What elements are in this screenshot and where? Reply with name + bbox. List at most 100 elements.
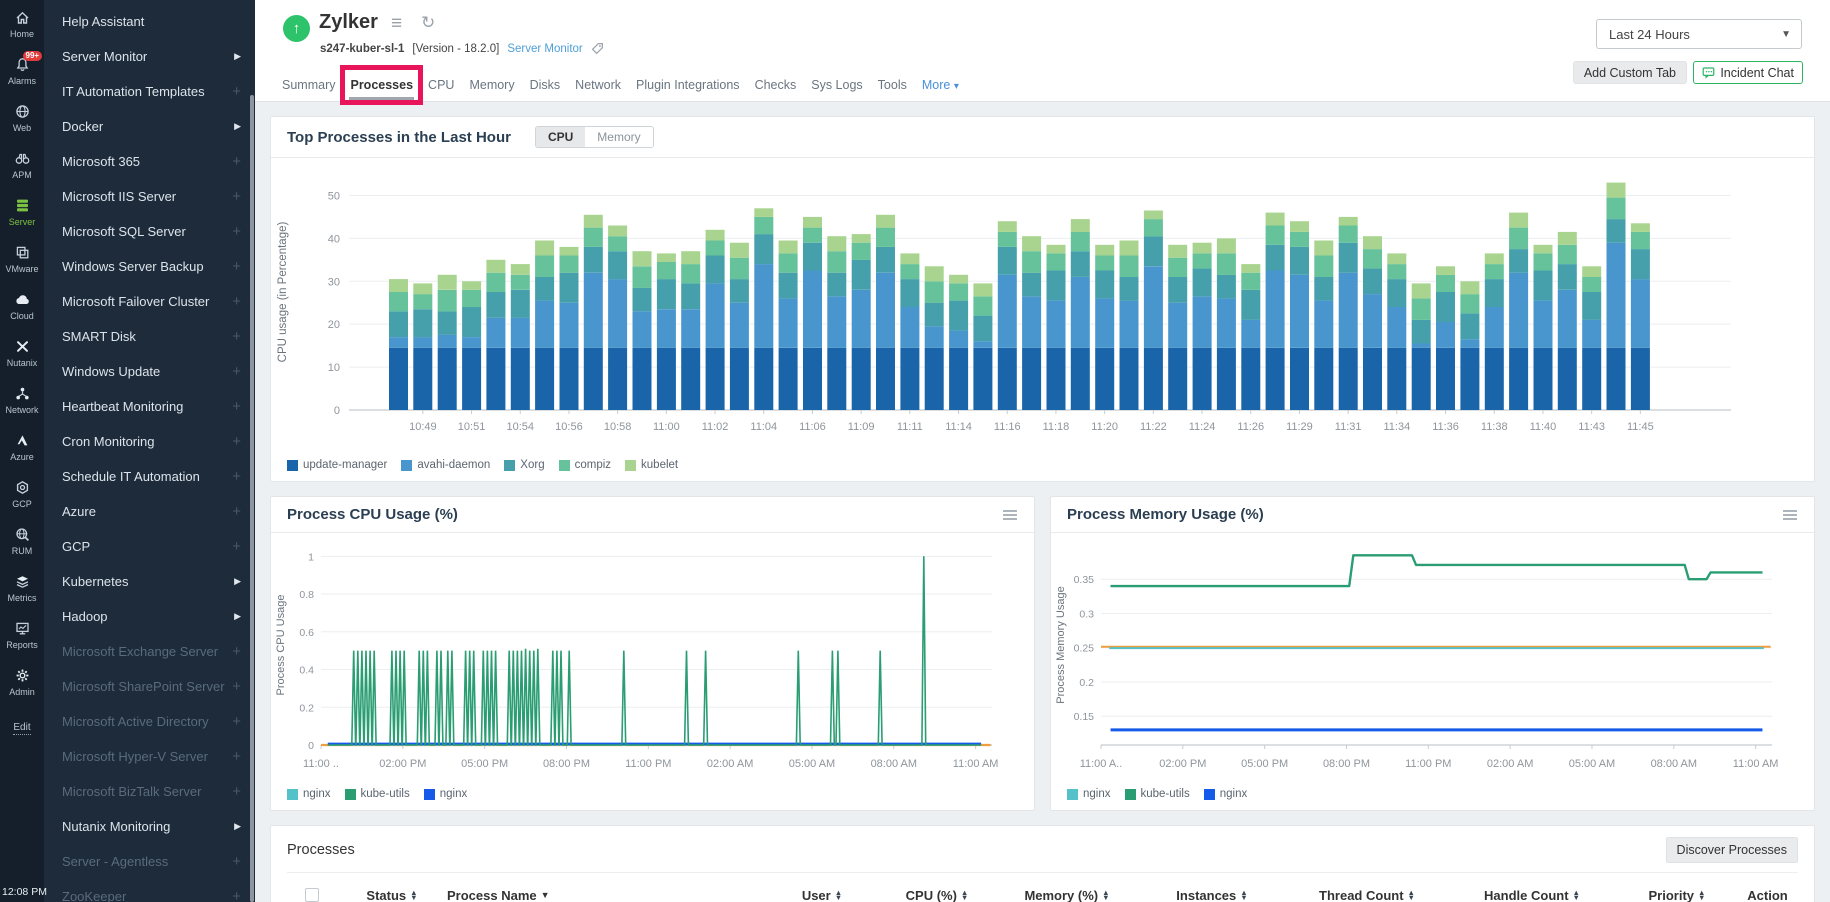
column-header-user[interactable]: User▲▼ — [767, 888, 877, 902]
sidebar-item-server-agentless[interactable]: Server - Agentless+ — [44, 844, 255, 879]
sidebar-item-hadoop[interactable]: Hadoop▶ — [44, 599, 255, 634]
column-header-instances[interactable]: Instances▲▼ — [1137, 888, 1287, 902]
plus-icon[interactable]: + — [232, 433, 241, 450]
chart-menu-icon[interactable] — [1782, 508, 1798, 522]
plus-icon[interactable]: + — [232, 328, 241, 345]
tag-icon[interactable] — [591, 42, 604, 55]
sidebar-item-microsoft-failover-cluster[interactable]: Microsoft Failover Cluster+ — [44, 284, 255, 319]
monitor-type-link[interactable]: Server Monitor — [507, 43, 582, 55]
tab-network[interactable]: Network — [574, 72, 622, 101]
sidebar-item-cron-monitoring[interactable]: Cron Monitoring+ — [44, 424, 255, 459]
hamburger-icon[interactable]: ≡ — [391, 13, 402, 35]
sidebar-item-zookeeper[interactable]: ZooKeeper+ — [44, 879, 255, 902]
select-all-checkbox[interactable] — [305, 888, 319, 902]
plus-icon[interactable]: + — [232, 783, 241, 800]
plus-icon[interactable]: + — [232, 503, 241, 520]
tab-checks[interactable]: Checks — [754, 72, 798, 101]
column-header-process-name[interactable]: Process Name▼ — [447, 888, 767, 902]
plus-icon[interactable]: + — [232, 398, 241, 415]
sidebar-item-microsoft-biztalk-server[interactable]: Microsoft BizTalk Server+ — [44, 774, 255, 809]
tab-disks[interactable]: Disks — [529, 72, 562, 101]
sidebar-item-docker[interactable]: Docker▶ — [44, 109, 255, 144]
sidebar-item-microsoft-hyper-v-server[interactable]: Microsoft Hyper-V Server+ — [44, 739, 255, 774]
sidebar-item-smart-disk[interactable]: SMART Disk+ — [44, 319, 255, 354]
rail-item-nutanix[interactable]: Nutanix — [0, 329, 44, 376]
sidebar-item-microsoft-active-directory[interactable]: Microsoft Active Directory+ — [44, 704, 255, 739]
toggle-memory[interactable]: Memory — [585, 127, 652, 147]
chart-menu-icon[interactable] — [1002, 508, 1018, 522]
sidebar-item-microsoft-sql-server[interactable]: Microsoft SQL Server+ — [44, 214, 255, 249]
svg-text:Process CPU Usage: Process CPU Usage — [275, 595, 287, 696]
plus-icon[interactable]: + — [232, 293, 241, 310]
rail-item-alarms[interactable]: 99+Alarms — [0, 47, 44, 94]
rail-item-apm[interactable]: APM — [0, 141, 44, 188]
rail-item-admin[interactable]: Admin — [0, 658, 44, 705]
column-header-cpu-[interactable]: CPU (%)▲▼ — [877, 888, 997, 902]
tab-summary[interactable]: Summary — [281, 72, 336, 101]
sidebar-item-schedule-it-automation[interactable]: Schedule IT Automation+ — [44, 459, 255, 494]
tab-cpu[interactable]: CPU — [427, 72, 455, 101]
tab-plugin-integrations[interactable]: Plugin Integrations — [635, 72, 741, 101]
toggle-cpu[interactable]: CPU — [536, 127, 585, 147]
rail-item-web[interactable]: Web — [0, 94, 44, 141]
rail-item-azure[interactable]: Azure — [0, 423, 44, 470]
plus-icon[interactable]: + — [232, 538, 241, 555]
incident-chat-button[interactable]: Incident Chat — [1693, 61, 1803, 84]
rail-item-cloud[interactable]: Cloud — [0, 282, 44, 329]
plus-icon[interactable]: + — [232, 713, 241, 730]
processes-table-card: Processes Discover Processes Status▲▼Pro… — [270, 825, 1815, 902]
sidebar-item-microsoft-365[interactable]: Microsoft 365+ — [44, 144, 255, 179]
column-header-thread-count[interactable]: Thread Count▲▼ — [1287, 888, 1447, 902]
tab-sys-logs[interactable]: Sys Logs — [810, 72, 863, 101]
column-header-label: Handle Count — [1484, 888, 1569, 902]
plus-icon[interactable]: + — [232, 258, 241, 275]
sidebar-item-windows-server-backup[interactable]: Windows Server Backup+ — [44, 249, 255, 284]
plus-icon[interactable]: + — [232, 468, 241, 485]
rail-item-server[interactable]: Server — [0, 188, 44, 235]
plus-icon[interactable]: + — [232, 153, 241, 170]
tab-tools[interactable]: Tools — [877, 72, 908, 101]
column-header-handle-count[interactable]: Handle Count▲▼ — [1447, 888, 1617, 902]
sidebar-item-help-assistant[interactable]: Help Assistant — [44, 4, 255, 39]
rail-item-gcp[interactable]: GCP — [0, 470, 44, 517]
discover-processes-button[interactable]: Discover Processes — [1666, 837, 1798, 863]
rail-item-vmware[interactable]: VMware — [0, 235, 44, 282]
rail-item-edit[interactable]: Edit — [0, 705, 44, 752]
column-header-status[interactable]: Status▲▼ — [337, 888, 447, 902]
rail-item-rum[interactable]: RUM — [0, 517, 44, 564]
sidebar-item-kubernetes[interactable]: Kubernetes▶ — [44, 564, 255, 599]
add-custom-tab-button[interactable]: Add Custom Tab — [1573, 61, 1687, 84]
refresh-icon[interactable]: ↻ — [421, 13, 435, 33]
plus-icon[interactable]: + — [232, 188, 241, 205]
sidebar-item-microsoft-exchange-server[interactable]: Microsoft Exchange Server+ — [44, 634, 255, 669]
plus-icon[interactable]: + — [232, 853, 241, 870]
sidebar-item-it-automation-templates[interactable]: IT Automation Templates+ — [44, 74, 255, 109]
sidebar-item-microsoft-sharepoint-server[interactable]: Microsoft SharePoint Server+ — [44, 669, 255, 704]
tab-more[interactable]: More ▾ — [921, 72, 960, 101]
sidebar-item-heartbeat-monitoring[interactable]: Heartbeat Monitoring+ — [44, 389, 255, 424]
rail-item-reports[interactable]: Reports — [0, 611, 44, 658]
column-header-priority[interactable]: Priority▲▼ — [1617, 888, 1737, 902]
sidebar-item-server-monitor[interactable]: Server Monitor▶ — [44, 39, 255, 74]
rail-item-network[interactable]: Network — [0, 376, 44, 423]
plus-icon[interactable]: + — [232, 748, 241, 765]
sidebar-item-nutanix-monitoring[interactable]: Nutanix Monitoring▶ — [44, 809, 255, 844]
column-header-memory-[interactable]: Memory (%)▲▼ — [997, 888, 1137, 902]
tab-processes[interactable]: Processes — [349, 72, 414, 101]
sidebar-item-label: Windows Server Backup — [62, 259, 232, 274]
sidebar-item-microsoft-iis-server[interactable]: Microsoft IIS Server+ — [44, 179, 255, 214]
monitor-subtitle: s247-kuber-sl-1 [Version - 18.2.0] Serve… — [320, 42, 604, 55]
rail-item-home[interactable]: Home — [0, 0, 44, 47]
time-range-dropdown[interactable]: Last 24 Hours ▼ — [1596, 19, 1802, 49]
plus-icon[interactable]: + — [232, 678, 241, 695]
tab-memory[interactable]: Memory — [468, 72, 515, 101]
sidebar-item-gcp[interactable]: GCP+ — [44, 529, 255, 564]
plus-icon[interactable]: + — [232, 83, 241, 100]
plus-icon[interactable]: + — [232, 888, 241, 902]
sidebar-item-windows-update[interactable]: Windows Update+ — [44, 354, 255, 389]
rail-item-metrics[interactable]: Metrics — [0, 564, 44, 611]
sidebar-item-azure[interactable]: Azure+ — [44, 494, 255, 529]
plus-icon[interactable]: + — [232, 223, 241, 240]
plus-icon[interactable]: + — [232, 643, 241, 660]
plus-icon[interactable]: + — [232, 363, 241, 380]
